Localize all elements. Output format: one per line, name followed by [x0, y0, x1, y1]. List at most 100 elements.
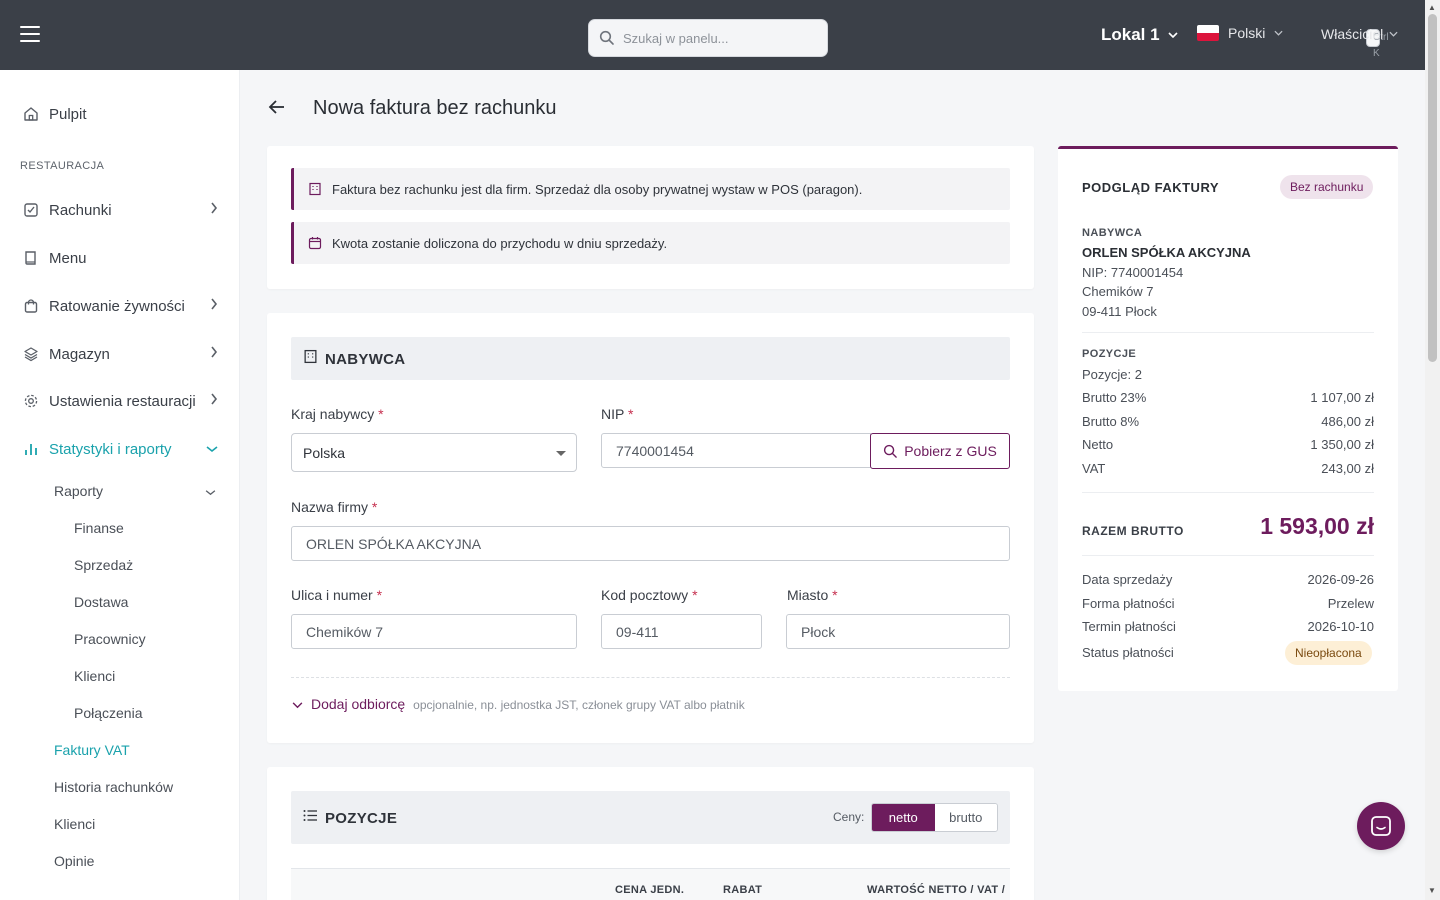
company-name-input[interactable] [291, 526, 1010, 561]
sidebar-item-reports[interactable]: Raporty [54, 483, 218, 499]
page-title: Nowa faktura bez rachunku [313, 97, 557, 119]
chat-icon [1371, 816, 1391, 836]
divider [1082, 332, 1374, 333]
notice-text: Kwota zostanie doliczona do przychodu w … [332, 235, 668, 251]
price-mode-toggle[interactable]: netto brutto [871, 803, 998, 832]
preview-row: Netto 1 350,00 zł [1082, 437, 1374, 452]
add-recipient-link[interactable]: Dodaj odbiorcę [311, 696, 405, 712]
preview-detail-row: Forma płatności Przelew [1082, 596, 1374, 611]
sidebar-item-vat-invoices[interactable]: Faktury VAT [54, 742, 130, 758]
sidebar-item-label: Raporty [54, 483, 104, 499]
sidebar-item-label: Ratowanie żywności [49, 297, 185, 315]
preview-row: VAT 243,00 zł [1082, 461, 1374, 476]
payment-status-badge: Nieopłacona [1285, 641, 1372, 665]
sidebar-item-settings[interactable]: Ustawienia restauracji [22, 389, 218, 413]
scroll-down-icon[interactable]: ▼ [1428, 886, 1436, 895]
total-value: 1 593,00 zł [1260, 513, 1374, 539]
brutto-option[interactable]: brutto [934, 804, 997, 831]
language-selector[interactable]: Polski [1197, 25, 1283, 41]
sidebar-item-statistics[interactable]: Statystyki i raporty [22, 437, 218, 461]
venue-selector[interactable]: Lokal 1 [1101, 25, 1178, 45]
search-box[interactable]: Ctrl K [588, 19, 1389, 59]
fetch-gus-button[interactable]: Pobierz z GUS [870, 433, 1010, 469]
preview-positions-count: Pozycje: 2 [1082, 367, 1142, 382]
add-recipient-hint: opcjonalnie, np. jednostka JST, członek … [413, 698, 745, 712]
sidebar-item-reviews[interactable]: Opinie [54, 853, 94, 869]
search-icon [884, 444, 898, 458]
search-input[interactable] [623, 28, 763, 48]
chevron-down-icon [1274, 30, 1283, 36]
no-bill-badge: Bez rachunku [1280, 175, 1374, 199]
sidebar-item-bills[interactable]: Rachunki [22, 198, 218, 222]
scrollbar-thumb[interactable] [1428, 14, 1437, 362]
caret-down-icon [556, 451, 566, 456]
notice-text: Faktura bez rachunku jest dla firm. Sprz… [332, 181, 863, 197]
postcode-label: Kod pocztowy * [601, 587, 698, 603]
notice-revenue-date: Kwota zostanie doliczona do przychodu w … [291, 222, 1010, 264]
preview-buyer-name: ORLEN SPÓŁKA AKCYJNA [1082, 245, 1251, 260]
chevron-down-icon [205, 490, 216, 496]
divider [291, 677, 1010, 678]
city-input[interactable] [786, 614, 1010, 649]
sidebar-item-sales[interactable]: Sprzedaż [74, 557, 133, 573]
sidebar-item-dashboard[interactable]: Pulpit [22, 102, 218, 126]
checkbox-edit-icon [24, 203, 38, 217]
gear-icon [24, 394, 38, 408]
nip-input[interactable] [601, 433, 871, 468]
top-bar: Ctrl K Lokal 1 Polski Właściciel [0, 0, 1425, 70]
buyer-section-header: NABYWCA [291, 337, 1010, 380]
notice-business-only: Faktura bez rachunku jest dla firm. Sprz… [291, 168, 1010, 210]
book-icon [25, 251, 36, 265]
preview-row: Brutto 23% 1 107,00 zł [1082, 390, 1374, 405]
sidebar-item-delivery[interactable]: Dostawa [74, 594, 128, 610]
netto-option[interactable]: netto [872, 804, 935, 831]
scroll-up-icon[interactable]: ▲ [1428, 3, 1436, 12]
bar-chart-icon [25, 444, 37, 455]
country-select[interactable]: Polska [291, 433, 577, 472]
invoice-preview-panel: PODGLĄD FAKTURY Bez rachunku NABYWCA ORL… [1058, 146, 1398, 691]
chevron-right-icon [211, 346, 218, 358]
company-label: Nazwa firmy * [291, 499, 378, 515]
preview-title: PODGLĄD FAKTURY [1082, 180, 1220, 195]
divider [1082, 492, 1374, 493]
menu-icon[interactable] [20, 26, 40, 42]
postcode-input[interactable] [601, 614, 762, 649]
language-label: Polski [1228, 25, 1266, 41]
sidebar-item-employees[interactable]: Pracownicy [74, 631, 146, 647]
building-icon [304, 349, 317, 364]
sidebar-item-finance[interactable]: Finanse [74, 520, 124, 536]
city-label: Miasto * [787, 587, 838, 603]
preview-detail-row: Termin płatności 2026-10-10 [1082, 619, 1374, 634]
calendar-icon [308, 237, 322, 250]
sidebar-item-report-clients[interactable]: Klienci [74, 668, 115, 684]
preview-detail-row: Data sprzedaży 2026-09-26 [1082, 572, 1374, 587]
preview-row: Brutto 8% 486,00 zł [1082, 414, 1374, 429]
user-role-menu[interactable]: Właściciel [1321, 26, 1398, 42]
street-input[interactable] [291, 614, 577, 649]
sidebar-item-clients[interactable]: Klienci [54, 816, 95, 832]
preview-buyer-nip: NIP: 7740001454 [1082, 265, 1184, 280]
sidebar-item-food-saving[interactable]: Ratowanie żywności [22, 294, 218, 318]
total-label: RAZEM BRUTTO [1082, 524, 1184, 538]
poland-flag-icon [1197, 25, 1219, 41]
sidebar-item-connections[interactable]: Połączenia [74, 705, 143, 721]
sidebar-item-label: Pulpit [49, 105, 87, 123]
shopping-bag-icon [24, 299, 38, 313]
chat-button[interactable] [1357, 802, 1405, 850]
country-label: Kraj nabywcy * [291, 406, 384, 422]
sidebar-item-warehouse[interactable]: Magazyn [22, 342, 218, 366]
sidebar-item-label: Magazyn [49, 345, 110, 363]
street-label: Ulica i numer * [291, 587, 383, 603]
chevron-down-icon [1168, 32, 1178, 38]
sidebar-item-bill-history[interactable]: Historia rachunków [54, 779, 173, 795]
back-arrow-icon[interactable] [268, 99, 286, 115]
sidebar-item-label: Rachunki [49, 201, 112, 219]
venue-name: Lokal 1 [1101, 25, 1160, 44]
sidebar-item-label: Statystyki i raporty [49, 440, 172, 458]
add-recipient-toggle[interactable]: Dodaj odbiorcę opcjonalnie, np. jednostk… [292, 696, 745, 712]
divider [1082, 555, 1374, 556]
chevron-down-icon [292, 702, 303, 709]
col-discount: RABAT [723, 884, 763, 896]
fetch-gus-label: Pobierz z GUS [904, 443, 997, 459]
sidebar-item-menu[interactable]: Menu [22, 246, 218, 270]
